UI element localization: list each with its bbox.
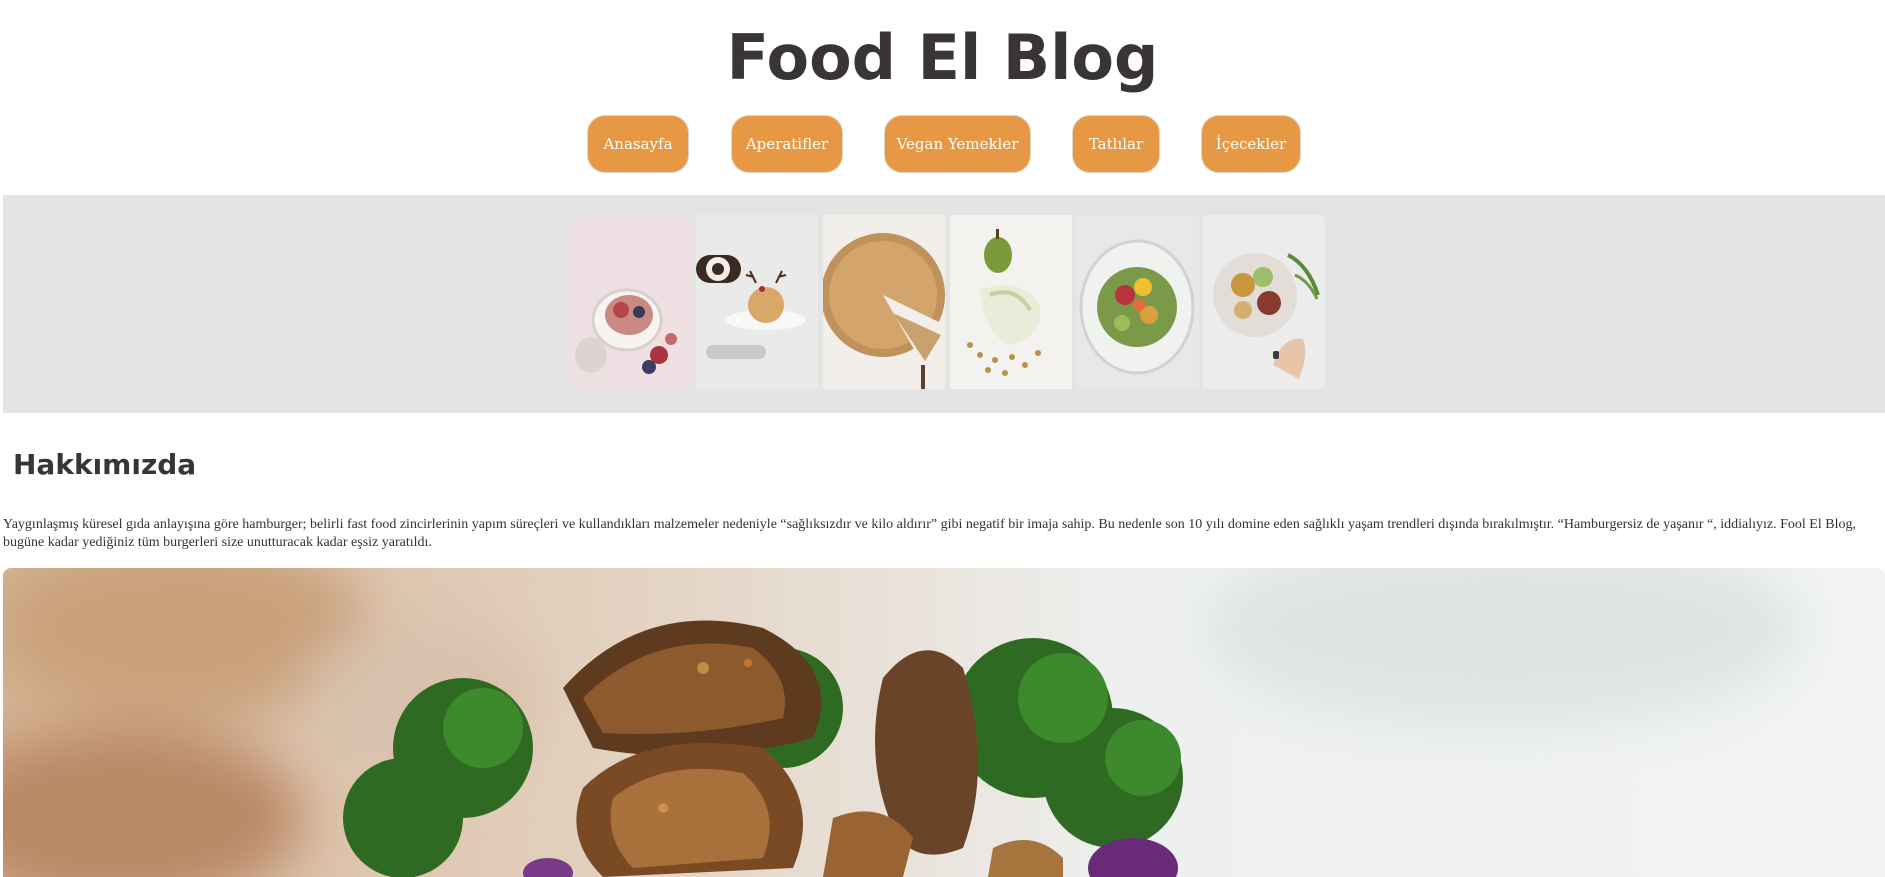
gallery-photo-chia-jar[interactable]: [569, 215, 691, 389]
gallery-band: [3, 195, 1885, 413]
gallery-photo-pie[interactable]: [823, 215, 945, 389]
about-paragraph: Yaygınlaşmış küresel gıda anlayışına gör…: [3, 517, 1856, 550]
about-heading: Hakkımızda: [13, 448, 197, 481]
nav-tatlilar-button[interactable]: Tatlılar: [1072, 115, 1160, 173]
site-title: Food El Blog: [726, 21, 1159, 94]
nav-vegan-yemekler-button[interactable]: Vegan Yemekler: [884, 115, 1031, 173]
nav-aperatifler-button[interactable]: Aperatifler: [731, 115, 843, 173]
gallery-photo-bowl[interactable]: [1203, 215, 1325, 389]
gallery-photo-salad-glass[interactable]: [1077, 215, 1199, 389]
main-nav: Anasayfa Aperatifler Vegan Yemekler Tatl…: [0, 115, 1885, 175]
hero-food-image: [3, 568, 1885, 877]
gallery-photo-pear[interactable]: [950, 215, 1072, 389]
gallery-photo-reindeer-dessert[interactable]: [696, 215, 818, 389]
photo-gallery: [569, 215, 1325, 389]
nav-anasayfa-button[interactable]: Anasayfa: [587, 115, 689, 173]
nav-icecekler-button[interactable]: İçecekler: [1201, 115, 1301, 173]
